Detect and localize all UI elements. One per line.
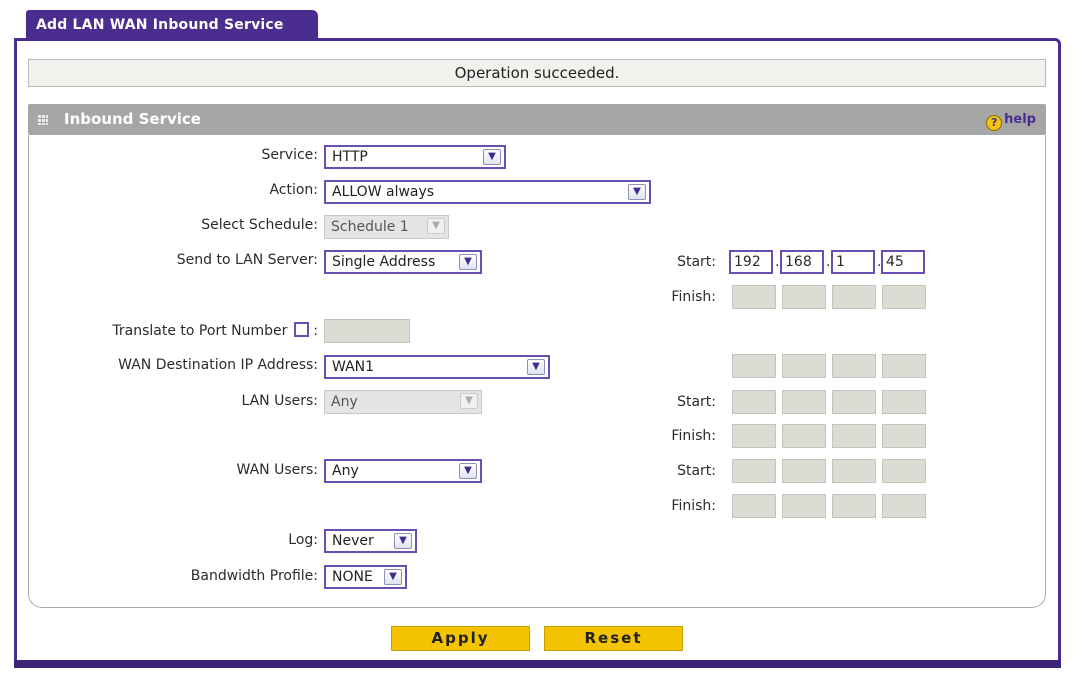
chevron-down-icon: ▼ <box>427 218 445 234</box>
translate-port-colon: : <box>313 323 318 339</box>
lan-users-finish-ip-2[interactable] <box>782 424 826 448</box>
translate-port-input[interactable] <box>324 319 410 343</box>
ip-separator: . <box>775 254 780 270</box>
translate-port-text: Translate to Port Number <box>112 323 288 339</box>
help-link[interactable]: ? help <box>986 104 1036 135</box>
action-select[interactable]: ALLOW always ▼ <box>324 180 651 204</box>
lan-server-finish-ip-3[interactable] <box>832 285 876 309</box>
lan-server-finish-ip-1[interactable] <box>732 285 776 309</box>
wan-dest-ip-4[interactable] <box>882 354 926 378</box>
status-message: Operation succeeded. <box>28 59 1046 87</box>
lan-server-finish-ip-4[interactable] <box>882 285 926 309</box>
wan-users-finish-ip-3[interactable] <box>832 494 876 518</box>
schedule-value: Schedule 1 <box>331 219 409 235</box>
lan-users-start-ip-3[interactable] <box>832 390 876 414</box>
reset-button[interactable]: Reset <box>544 626 683 651</box>
frame-bottom-bar <box>14 660 1061 668</box>
wan-users-start-ip-4[interactable] <box>882 459 926 483</box>
lan-server-start-ip-4[interactable]: 45 <box>881 250 925 274</box>
ip-separator: . <box>826 254 831 270</box>
action-label: Action: <box>269 182 318 198</box>
chevron-down-icon: ▼ <box>459 463 477 479</box>
schedule-select[interactable]: Schedule 1 ▼ <box>324 215 449 239</box>
lan-server-start-ip-2[interactable]: 168 <box>780 250 824 274</box>
apply-button[interactable]: Apply <box>391 626 530 651</box>
log-select[interactable]: Never ▼ <box>324 529 417 553</box>
lan-users-finish-ip-3[interactable] <box>832 424 876 448</box>
lan-users-start-label: Start: <box>677 394 716 410</box>
lan-users-value: Any <box>331 394 358 410</box>
chevron-down-icon: ▼ <box>459 254 477 270</box>
grid-icon <box>38 115 48 125</box>
chevron-down-icon: ▼ <box>384 569 402 585</box>
page-tab: Add LAN WAN Inbound Service <box>26 10 318 40</box>
wan-dest-ip-3[interactable] <box>832 354 876 378</box>
wan-users-finish-label: Finish: <box>671 498 716 514</box>
wan-users-start-ip-1[interactable] <box>732 459 776 483</box>
section-title: Inbound Service <box>64 110 201 128</box>
service-label: Service: <box>261 147 318 163</box>
chevron-down-icon: ▼ <box>460 393 478 409</box>
lan-server-start-ip-3[interactable]: 1 <box>831 250 875 274</box>
wan-users-select[interactable]: Any ▼ <box>324 459 482 483</box>
help-label: help <box>1004 112 1036 127</box>
lan-server-value: Single Address <box>332 254 436 270</box>
translate-port-checkbox[interactable] <box>293 322 309 337</box>
lan-server-start-ip-1[interactable]: 192 <box>729 250 773 274</box>
chevron-down-icon: ▼ <box>628 184 646 200</box>
service-value: HTTP <box>332 149 368 165</box>
translate-port-label: Translate to Port Number : <box>112 322 318 339</box>
lan-server-finish-ip-2[interactable] <box>782 285 826 309</box>
wan-users-value: Any <box>332 463 359 479</box>
lan-users-finish-label: Finish: <box>671 428 716 444</box>
chevron-down-icon: ▼ <box>483 149 501 165</box>
lan-server-label: Send to LAN Server: <box>176 252 318 268</box>
lan-users-start-ip-2[interactable] <box>782 390 826 414</box>
wan-dest-ip-2[interactable] <box>782 354 826 378</box>
bandwidth-value: NONE <box>332 569 373 585</box>
chevron-down-icon: ▼ <box>394 533 412 549</box>
wan-dest-value: WAN1 <box>332 359 375 375</box>
lan-users-finish-ip-1[interactable] <box>732 424 776 448</box>
wan-users-finish-ip-4[interactable] <box>882 494 926 518</box>
log-label: Log: <box>288 532 318 548</box>
lan-users-label: LAN Users: <box>241 393 318 409</box>
wan-users-start-ip-3[interactable] <box>832 459 876 483</box>
service-select[interactable]: HTTP ▼ <box>324 145 506 169</box>
wan-users-start-label: Start: <box>677 463 716 479</box>
lan-server-finish-label: Finish: <box>671 289 716 305</box>
lan-users-start-ip-1[interactable] <box>732 390 776 414</box>
schedule-label: Select Schedule: <box>201 217 318 233</box>
help-icon: ? <box>986 115 1003 131</box>
lan-users-start-ip-4[interactable] <box>882 390 926 414</box>
bandwidth-label: Bandwidth Profile: <box>190 568 318 584</box>
lan-users-select[interactable]: Any ▼ <box>324 390 482 414</box>
wan-users-label: WAN Users: <box>236 462 319 478</box>
wan-users-finish-ip-2[interactable] <box>782 494 826 518</box>
lan-server-start-label: Start: <box>677 254 716 270</box>
log-value: Never <box>332 533 374 549</box>
lan-users-finish-ip-4[interactable] <box>882 424 926 448</box>
wan-dest-select[interactable]: WAN1 ▼ <box>324 355 550 379</box>
action-value: ALLOW always <box>332 184 435 200</box>
section-header: Inbound Service ? help <box>28 104 1046 135</box>
bandwidth-select[interactable]: NONE ▼ <box>324 565 407 589</box>
chevron-down-icon: ▼ <box>527 359 545 375</box>
lan-server-select[interactable]: Single Address ▼ <box>324 250 482 274</box>
wan-dest-ip-1[interactable] <box>732 354 776 378</box>
wan-users-start-ip-2[interactable] <box>782 459 826 483</box>
wan-users-finish-ip-1[interactable] <box>732 494 776 518</box>
wan-dest-label: WAN Destination IP Address: <box>118 357 318 373</box>
